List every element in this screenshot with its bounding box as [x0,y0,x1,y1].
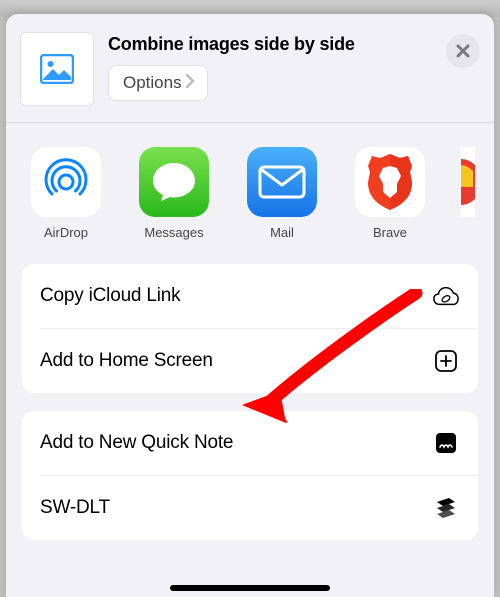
close-icon [456,44,470,58]
brave-icon [355,147,425,217]
action-sw-dlt[interactable]: SW-DLT [22,476,478,540]
quick-note-icon [432,429,460,457]
action-label: Copy iCloud Link [40,285,180,307]
sheet-header: Combine images side by side Options [6,14,494,122]
add-square-icon [432,347,460,375]
sheet-title: Combine images side by side [108,34,440,55]
home-indicator [170,585,330,591]
share-sheet: Combine images side by side Options [6,14,494,597]
share-target-airdrop[interactable]: AirDrop [26,147,106,240]
action-label: Add to Home Screen [40,350,213,372]
close-button[interactable] [446,34,480,68]
chevron-right-icon [185,73,195,93]
icloud-link-icon [432,282,460,310]
partial-app-icon [461,147,475,217]
item-thumbnail [20,32,94,106]
share-target-strip[interactable]: AirDrop Messages Mail [6,123,494,264]
share-target-more[interactable] [458,147,478,240]
action-label: SW-DLT [40,497,110,519]
action-copy-icloud-link[interactable]: Copy iCloud Link [22,264,478,328]
airdrop-icon [31,147,101,217]
app-label: Messages [144,225,203,240]
share-target-brave[interactable]: Brave [350,147,430,240]
share-target-messages[interactable]: Messages [134,147,214,240]
action-add-to-home-screen[interactable]: Add to Home Screen [22,329,478,393]
actions-list: Copy iCloud Link Add to Home Screen [6,264,494,578]
action-group-2: Add to New Quick Note SW-DLT [22,411,478,540]
image-icon [40,54,74,84]
stack-icon [432,494,460,522]
options-button[interactable]: Options [108,65,208,101]
action-group-1: Copy iCloud Link Add to Home Screen [22,264,478,393]
messages-icon [139,147,209,217]
app-label: AirDrop [44,225,88,240]
app-label: Mail [270,225,294,240]
mail-icon [247,147,317,217]
options-label: Options [123,73,182,93]
share-target-mail[interactable]: Mail [242,147,322,240]
app-label: Brave [373,225,407,240]
action-label: Add to New Quick Note [40,432,233,454]
action-add-quick-note[interactable]: Add to New Quick Note [22,411,478,475]
